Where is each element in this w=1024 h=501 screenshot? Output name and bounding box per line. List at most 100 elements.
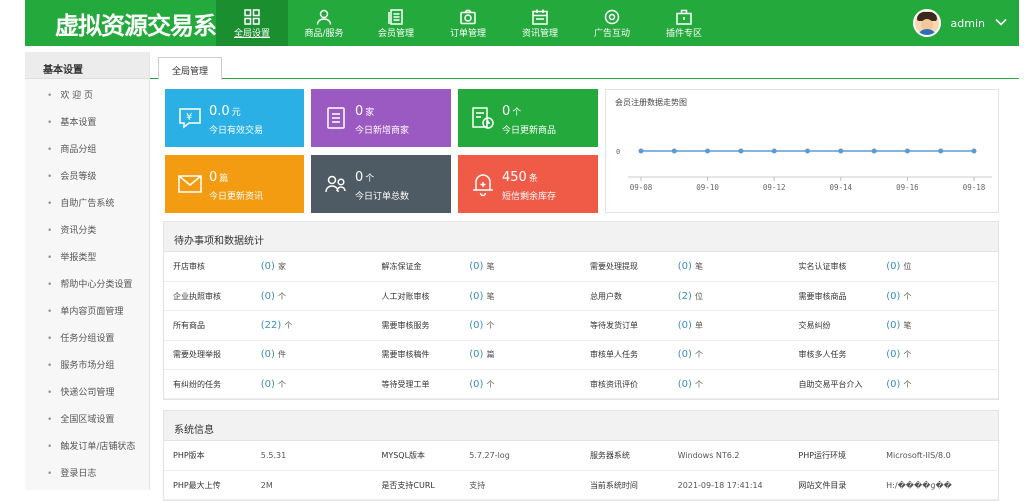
- todo-label: 需要审核服务: [372, 310, 461, 341]
- todo-count-link[interactable]: (0): [261, 349, 275, 360]
- sidebar-item-task-group[interactable]: 任务分组设置: [25, 322, 149, 349]
- sidebar-item-login-log[interactable]: 登录日志: [25, 457, 149, 484]
- sidebar-item-service-market[interactable]: 服务市场分组: [25, 349, 149, 376]
- people-icon: [323, 171, 349, 197]
- x-tick-label: 09-14: [830, 183, 853, 192]
- todo-label: 有纠纷的任务: [164, 369, 252, 400]
- todo-label: 解冻保证金: [372, 252, 461, 282]
- todo-count-link[interactable]: (0): [261, 379, 275, 390]
- nav-label: 全局设置: [233, 28, 270, 39]
- nav-goods-services[interactable]: 商品/服务: [288, 0, 360, 46]
- sysinfo-label: 服务器系统: [580, 441, 669, 471]
- todo-count-link[interactable]: (0): [678, 379, 692, 390]
- todo-label: 需要审核商品: [789, 281, 878, 312]
- todo-count-link[interactable]: (0): [469, 291, 483, 302]
- nav-plugins[interactable]: 插件专区: [648, 0, 720, 46]
- todo-section: 待办事项和数据统计 开店审核 (0) 家解冻保证金 (0) 笔需要处理提现 (0) 笔实名认…: [163, 221, 999, 401]
- todo-count-link[interactable]: (0): [886, 379, 900, 390]
- nav-ads[interactable]: 广告互动: [576, 0, 648, 46]
- todo-unit: 笔: [903, 320, 912, 330]
- todo-count-link[interactable]: (0): [261, 261, 275, 272]
- sidebar-item-region[interactable]: 全国区域设置: [25, 403, 149, 430]
- top-bar: 虚拟资源交易系统 全局设置 商品/服务 会员管理 订单管理 资讯管理 广告互动 …: [25, 0, 1019, 46]
- todo-count-link[interactable]: (0): [469, 320, 483, 331]
- user-menu[interactable]: admin: [912, 9, 1007, 37]
- todo-count-link[interactable]: (0): [886, 349, 900, 360]
- todo-unit: 个: [486, 320, 495, 330]
- nav-orders[interactable]: 订单管理: [432, 0, 504, 46]
- main-nav: 全局设置 商品/服务 会员管理 订单管理 资讯管理 广告互动 插件专区: [216, 0, 720, 46]
- tab-global-management[interactable]: 全局管理: [158, 57, 222, 80]
- sidebar-item-member-level[interactable]: 会员等级: [25, 160, 149, 187]
- todo-value: (0) 个: [877, 340, 998, 371]
- stat-card-goods[interactable]: 0个 今日更新商品: [458, 89, 598, 147]
- sidebar-item-goods-group[interactable]: 商品分组: [25, 133, 149, 160]
- todo-count-link[interactable]: (0): [261, 291, 275, 302]
- stat-card-transactions[interactable]: ¥ 0.0 元 今日有效交易: [165, 89, 304, 147]
- data-point: [805, 148, 810, 154]
- todo-count-link[interactable]: (0): [678, 261, 692, 272]
- todo-unit: 个: [277, 291, 286, 301]
- nav-news[interactable]: 资讯管理: [504, 0, 576, 46]
- sidebar-item-ad-system[interactable]: 自助广告系统: [25, 187, 149, 214]
- todo-label: 审核单人任务: [580, 340, 669, 371]
- stat-card-merchants[interactable]: 0家 今日新增商家: [311, 89, 451, 147]
- sysinfo-value: 5.7.27-log: [460, 441, 581, 471]
- sidebar-item-help-category[interactable]: 帮助中心分类设置: [25, 268, 149, 295]
- nav-global-settings[interactable]: 全局设置: [216, 0, 288, 46]
- yen-icon: ¥: [177, 105, 203, 131]
- sysinfo-value: 5.5.31: [251, 441, 373, 471]
- stat-value: 0.0 元: [209, 104, 241, 119]
- sidebar-item-report-type[interactable]: 举报类型: [25, 241, 149, 268]
- sidebar-item-trigger-status[interactable]: 触发订单/店铺状态: [25, 430, 149, 457]
- todo-count-link[interactable]: (0): [469, 379, 483, 390]
- todo-value: (0) 笔: [460, 252, 581, 282]
- avatar[interactable]: [912, 9, 941, 37]
- member-chart: 会员注册数据走势图 0 09-08 09-10 09-12 09-14 09-16 09-1…: [605, 89, 999, 213]
- bell-icon: [470, 171, 496, 197]
- stat-title: 今日订单总数: [355, 192, 410, 202]
- chart-canvas: 0 09-08 09-10 09-12 09-14 09-16 09-18: [616, 148, 992, 192]
- todo-count-link[interactable]: (0): [678, 349, 692, 360]
- sidebar-item-news-category[interactable]: 资讯分类: [25, 214, 149, 241]
- nav-members[interactable]: 会员管理: [360, 0, 432, 46]
- sidebar-item-single-page[interactable]: 单内容页面管理: [25, 295, 149, 322]
- todo-unit: 笔: [486, 291, 495, 301]
- stat-title: 今日新增商家: [355, 126, 410, 136]
- table-row: 开店审核 (0) 家解冻保证金 (0) 笔需要处理提现 (0) 笔实名认证审核 (0) 位: [164, 252, 998, 282]
- stat-card-sms[interactable]: 450 条 短信剩余库存: [458, 155, 598, 213]
- stat-card-news[interactable]: 0篇 今日更新资讯: [165, 155, 304, 213]
- calendar-icon: [530, 8, 550, 26]
- todo-count-link[interactable]: (2): [678, 291, 692, 302]
- x-tick-label: 09-08: [630, 183, 653, 192]
- todo-count-link[interactable]: (0): [678, 320, 692, 331]
- sidebar-item-welcome[interactable]: 欢 迎 页: [25, 79, 149, 106]
- app-logo[interactable]: 虚拟资源交易系统: [55, 6, 240, 41]
- stat-card-orders[interactable]: 0个 今日订单总数: [311, 155, 451, 213]
- todo-count-link[interactable]: (0): [469, 261, 483, 272]
- todo-count-link[interactable]: (0): [886, 291, 900, 302]
- todo-unit: 篇: [486, 350, 495, 360]
- todo-value: (0) 件: [251, 340, 373, 371]
- todo-count-link[interactable]: (0): [886, 261, 900, 272]
- data-point: [871, 148, 877, 154]
- todo-label: 实名认证审核: [789, 252, 878, 282]
- data-point: [638, 148, 644, 154]
- sidebar-item-express[interactable]: 快递公司管理: [25, 376, 149, 403]
- chevron-down-icon[interactable]: [995, 18, 1007, 29]
- todo-label: 交易纠纷: [789, 310, 878, 341]
- todo-value: (0) 个: [460, 310, 581, 341]
- sysinfo-label: PHP运行环境: [789, 441, 878, 471]
- table-row: 企业执照审核 (0) 个人工对账审核 (0) 笔总用户数 (2) 位需要审核商品 (0) 个: [164, 281, 998, 312]
- todo-count-link[interactable]: (0): [469, 349, 483, 360]
- sysinfo-value: 2M: [251, 470, 373, 501]
- todo-value: (0) 家: [251, 252, 373, 282]
- todo-value: (0) 位: [877, 252, 998, 282]
- sidebar-item-basic-settings[interactable]: 基本设置: [25, 106, 149, 133]
- todo-count-link[interactable]: (0): [886, 320, 900, 331]
- nav-label: 插件专区: [665, 28, 702, 39]
- todo-label: 企业执照审核: [164, 281, 252, 312]
- todo-count-link[interactable]: (22): [261, 320, 282, 331]
- data-point: [771, 148, 777, 154]
- todo-unit: 单: [694, 320, 703, 330]
